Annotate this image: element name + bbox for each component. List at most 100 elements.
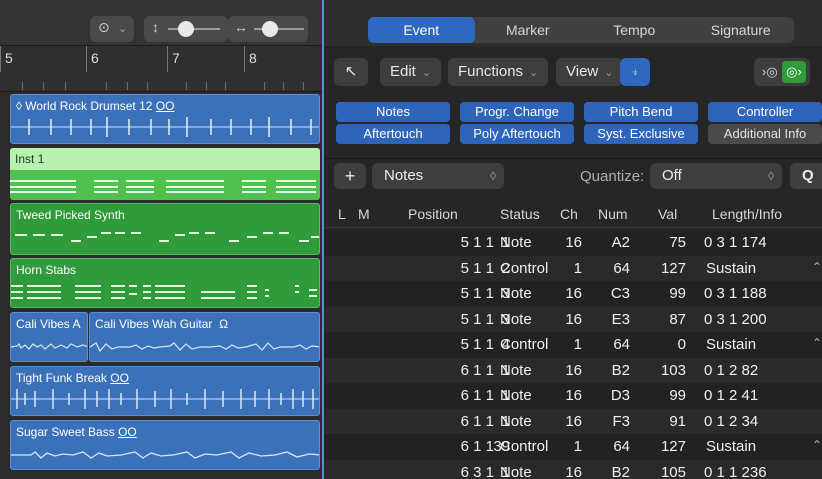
quantize-select[interactable]: Off ◊: [650, 163, 782, 189]
region-world-rock-drumset[interactable]: ◊ World Rock Drumset 12 OO: [10, 94, 320, 144]
value-cell[interactable]: 99: [669, 387, 686, 404]
num-cell[interactable]: B2: [612, 362, 630, 379]
length-cell[interactable]: 0 3 1 188: [704, 285, 767, 302]
length-cell[interactable]: 0 3 1 174: [704, 234, 767, 251]
event-row[interactable]: 6 3 1 1 Note 16 B2 105 0 1 1 236: [324, 459, 822, 479]
status-cell[interactable]: Control: [500, 438, 548, 455]
filter-controller[interactable]: Controller: [708, 102, 822, 122]
region-inst-1[interactable]: Inst 1: [10, 148, 320, 200]
value-cell[interactable]: 103: [661, 362, 686, 379]
horizontal-zoom-slider[interactable]: ↔: [228, 16, 308, 42]
functions-menu[interactable]: Functions ⌄: [448, 58, 549, 86]
event-row[interactable]: 6 1 1 39 Control 1 64 127 Sustain ⌃: [324, 434, 822, 460]
value-cell[interactable]: 0: [678, 336, 686, 353]
position-cell[interactable]: 5 1 1: [461, 260, 494, 277]
position-cell[interactable]: 6 1 1: [461, 438, 494, 455]
col-ch[interactable]: Ch: [560, 206, 578, 222]
channel-cell[interactable]: 16: [565, 285, 582, 302]
status-cell[interactable]: Note: [500, 362, 532, 379]
bar-ruler[interactable]: 5 6 7 8: [0, 46, 322, 92]
col-status[interactable]: Status: [500, 206, 540, 222]
status-cell[interactable]: Note: [500, 234, 532, 251]
event-type-select[interactable]: Notes ◊: [372, 163, 504, 189]
num-cell[interactable]: F3: [612, 413, 630, 430]
status-cell[interactable]: Control: [500, 260, 548, 277]
tab-event[interactable]: Event: [368, 17, 475, 43]
status-cell[interactable]: Note: [500, 387, 532, 404]
value-cell[interactable]: 127: [661, 260, 686, 277]
num-cell[interactable]: 64: [613, 260, 630, 277]
edit-menu[interactable]: Edit ⌄: [380, 58, 442, 86]
tab-tempo[interactable]: Tempo: [581, 17, 688, 43]
info-cell[interactable]: Sustain: [706, 438, 756, 455]
position-cell[interactable]: 5 1 1: [461, 285, 494, 302]
event-row[interactable]: 5 1 1 3 Note 16 C3 99 0 3 1 188: [324, 281, 822, 307]
col-num[interactable]: Num: [598, 206, 628, 222]
filter-pitch-bend[interactable]: Pitch Bend: [584, 102, 698, 122]
go-up-button[interactable]: ↖: [334, 58, 368, 86]
filter-notes[interactable]: Notes: [336, 102, 450, 122]
position-cell[interactable]: 5 1 1: [461, 311, 494, 328]
value-cell[interactable]: 75: [669, 234, 686, 251]
num-cell[interactable]: D3: [611, 387, 630, 404]
status-cell[interactable]: Note: [500, 311, 532, 328]
position-cell[interactable]: 6 1 1: [461, 362, 494, 379]
region-tweed-picked-synth[interactable]: Tweed Picked Synth: [10, 203, 320, 255]
event-row[interactable]: 5 1 1 1 Note 16 A2 75 0 3 1 174: [324, 230, 822, 256]
event-row[interactable]: 5 1 1 4 Control 1 64 0 Sustain ⌃: [324, 332, 822, 358]
filter-additional-info[interactable]: Additional Info: [708, 124, 822, 144]
event-row[interactable]: 5 1 1 2 Control 1 64 127 Sustain ⌃: [324, 255, 822, 281]
channel-cell[interactable]: 1: [574, 260, 582, 277]
num-cell[interactable]: 64: [613, 336, 630, 353]
region-tight-funk-break[interactable]: Tight Funk Break OO: [10, 366, 320, 416]
value-cell[interactable]: 99: [669, 285, 686, 302]
updown-chevron-icon[interactable]: ⌃: [812, 438, 822, 452]
catch-link-buttons[interactable]: ›◎ ◎›: [754, 58, 810, 86]
col-m[interactable]: M: [358, 206, 370, 222]
num-cell[interactable]: A2: [612, 234, 630, 251]
channel-cell[interactable]: 16: [565, 311, 582, 328]
channel-cell[interactable]: 16: [565, 464, 582, 479]
info-cell[interactable]: Sustain: [706, 260, 756, 277]
value-cell[interactable]: 87: [669, 311, 686, 328]
value-cell[interactable]: 127: [661, 438, 686, 455]
channel-cell[interactable]: 1: [574, 438, 582, 455]
tab-signature[interactable]: Signature: [688, 17, 795, 43]
status-cell[interactable]: Note: [500, 285, 532, 302]
region-cali-vibes-wah-guitar[interactable]: Cali Vibes Wah Guitar Ω: [89, 312, 320, 362]
tab-marker[interactable]: Marker: [475, 17, 582, 43]
updown-chevron-icon[interactable]: ⌃: [812, 336, 822, 350]
event-row[interactable]: 6 1 1 1 Note 16 D3 99 0 1 2 41: [324, 383, 822, 409]
vzoom-knob[interactable]: [178, 21, 194, 37]
more-options-button[interactable]: ⊙ ⌄: [90, 16, 134, 42]
position-cell[interactable]: 5 1 1: [461, 234, 494, 251]
event-row[interactable]: 5 1 1 3 Note 16 E3 87 0 3 1 200: [324, 306, 822, 332]
region-horn-stabs[interactable]: Horn Stabs: [10, 258, 320, 308]
channel-cell[interactable]: 1: [574, 336, 582, 353]
status-cell[interactable]: Note: [500, 464, 532, 479]
updown-chevron-icon[interactable]: ⌃: [812, 260, 822, 274]
filter-syst-exclusive[interactable]: Syst. Exclusive: [584, 124, 698, 144]
position-cell[interactable]: 6 1 1: [461, 387, 494, 404]
col-l[interactable]: L: [338, 206, 346, 222]
channel-cell[interactable]: 16: [565, 413, 582, 430]
length-cell[interactable]: 0 1 2 41: [704, 387, 758, 404]
hzoom-knob[interactable]: [262, 21, 278, 37]
add-event-button[interactable]: +: [334, 163, 366, 189]
num-cell[interactable]: 64: [613, 438, 630, 455]
channel-cell[interactable]: 16: [565, 387, 582, 404]
col-length-info[interactable]: Length/Info: [712, 206, 782, 222]
status-cell[interactable]: Control: [500, 336, 548, 353]
channel-cell[interactable]: 16: [565, 362, 582, 379]
info-cell[interactable]: Sustain: [706, 336, 756, 353]
position-cell[interactable]: 5 1 1: [461, 336, 494, 353]
quantize-button[interactable]: Q: [790, 163, 822, 189]
filter-aftertouch[interactable]: Aftertouch: [336, 124, 450, 144]
num-cell[interactable]: B2: [612, 464, 630, 479]
position-cell[interactable]: 6 3 1: [461, 464, 494, 479]
num-cell[interactable]: E3: [612, 311, 630, 328]
length-cell[interactable]: 0 1 2 34: [704, 413, 758, 430]
view-menu[interactable]: View ⌄: [556, 58, 624, 86]
event-row[interactable]: 6 1 1 1 Note 16 B2 103 0 1 2 82: [324, 357, 822, 383]
value-cell[interactable]: 105: [661, 464, 686, 479]
